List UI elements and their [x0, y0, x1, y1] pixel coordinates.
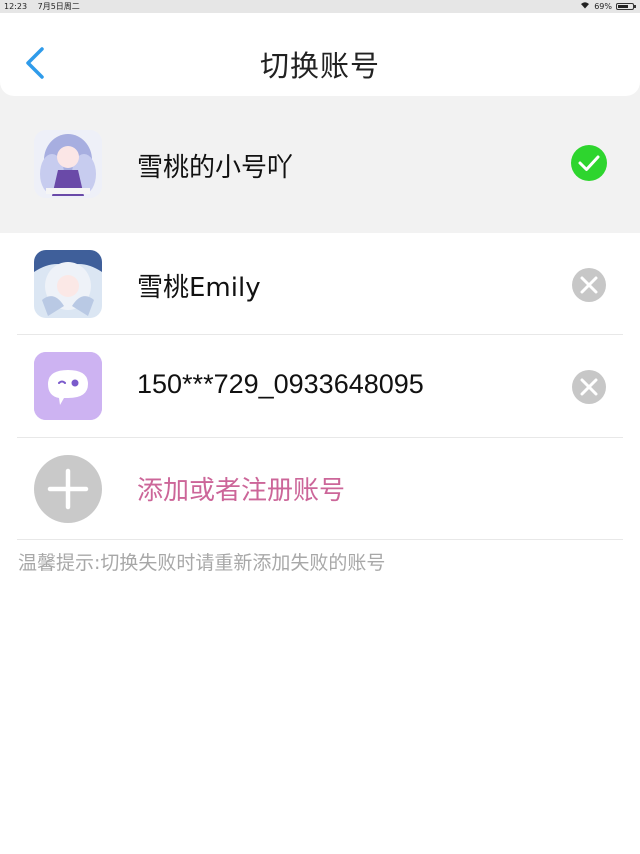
- divider: [17, 437, 623, 438]
- avatar: [34, 250, 102, 318]
- status-time: 12:23: [4, 2, 28, 11]
- add-account-button[interactable]: [34, 455, 102, 523]
- plus-icon: [47, 468, 89, 510]
- remove-account-button[interactable]: [571, 267, 607, 303]
- current-account-row[interactable]: 雪桃的小号吖: [0, 110, 640, 216]
- chat-bubble-icon: [34, 352, 102, 420]
- hint-text: 温馨提示:切换失败时请重新添加失败的账号: [18, 552, 386, 574]
- check-icon: [571, 145, 607, 181]
- close-icon: [572, 268, 606, 302]
- add-account-label[interactable]: 添加或者注册账号: [137, 470, 345, 507]
- remove-account-button[interactable]: [571, 369, 607, 405]
- account-row[interactable]: 雪桃Emily: [0, 233, 640, 335]
- close-icon: [572, 370, 606, 404]
- page-title: 切换账号: [259, 49, 380, 83]
- divider: [17, 539, 623, 540]
- battery-percent: 69%: [594, 1, 612, 11]
- account-name: 150***729_0933648095: [137, 369, 424, 399]
- app-avatar: [34, 352, 102, 420]
- status-date: 7月5日周二: [37, 2, 80, 11]
- wifi-icon: [580, 1, 590, 11]
- nav-bar: 切换账号: [0, 13, 640, 96]
- status-bar: 12:23 7月5日周二 69%: [0, 0, 640, 13]
- avatar: [34, 130, 102, 198]
- current-account-name: 雪桃的小号吖: [137, 153, 294, 183]
- account-row[interactable]: 150***729_0933648095: [0, 335, 640, 437]
- account-name: 雪桃Emily: [137, 273, 261, 303]
- battery-icon: [616, 2, 636, 10]
